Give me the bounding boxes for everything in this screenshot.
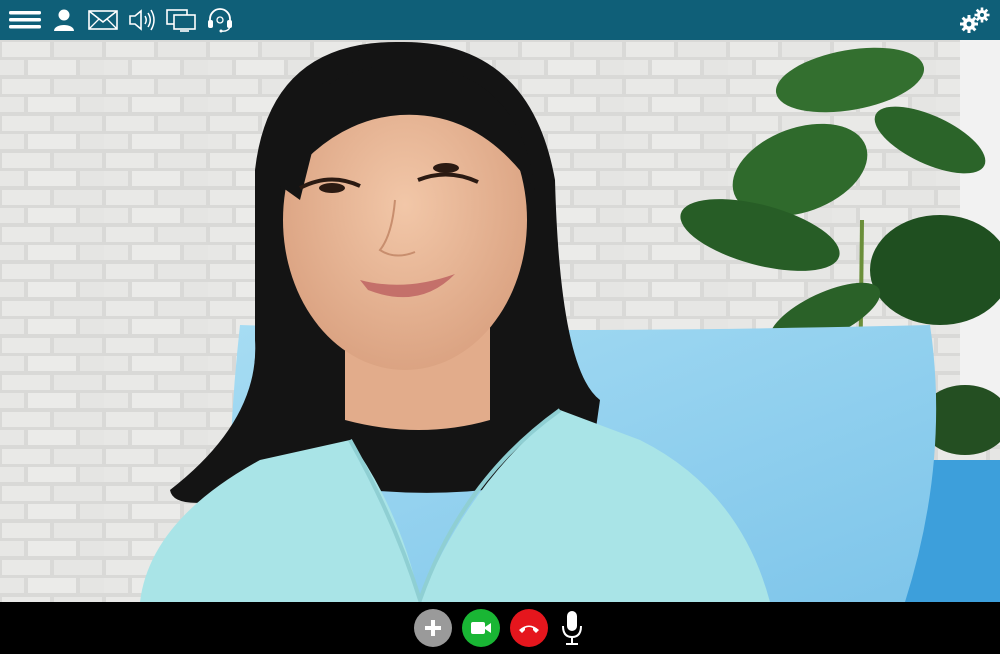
gears-icon	[960, 7, 990, 33]
menu-icon	[9, 11, 41, 29]
screen-share-button[interactable]	[164, 6, 198, 34]
end-call-button[interactable]	[510, 609, 548, 647]
user-icon	[54, 9, 74, 31]
mail-icon	[88, 10, 118, 30]
toggle-video-button[interactable]	[462, 609, 500, 647]
microphone-button[interactable]	[558, 609, 586, 647]
contacts-button[interactable]	[47, 6, 81, 34]
end-call-icon	[519, 625, 539, 633]
support-button[interactable]	[203, 6, 237, 34]
speaker-icon	[129, 9, 155, 31]
headset-icon	[208, 8, 232, 33]
microphone-icon	[562, 611, 582, 645]
stock-image-id: 376653038	[14, 454, 32, 602]
top-toolbar	[0, 0, 1000, 40]
call-controls-bar	[0, 602, 1000, 654]
participant-video-feed: 376653038	[0, 40, 1000, 602]
settings-button[interactable]	[958, 5, 992, 35]
call-controls	[414, 608, 590, 648]
video-camera-icon	[471, 622, 491, 634]
add-participant-button[interactable]	[414, 609, 452, 647]
messages-button[interactable]	[86, 6, 120, 34]
video-call-window: 376653038	[0, 0, 1000, 654]
volume-button[interactable]	[125, 6, 159, 34]
screen-share-icon	[166, 9, 196, 32]
plus-icon	[425, 620, 441, 636]
toolbar-icons	[0, 0, 242, 40]
menu-button[interactable]	[8, 6, 42, 34]
video-scene	[0, 40, 1000, 602]
